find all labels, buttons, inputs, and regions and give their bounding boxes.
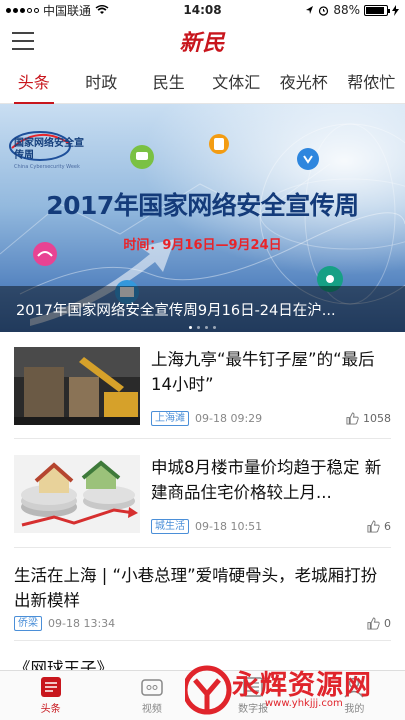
- news-thumbnail: [14, 347, 140, 425]
- news-time: 09-18 09:29: [195, 411, 263, 425]
- news-tag[interactable]: 侨梁: [14, 615, 42, 631]
- carousel-dot[interactable]: [189, 326, 192, 329]
- tab-help[interactable]: 帮侬忙: [338, 62, 405, 104]
- alarm-icon: [319, 5, 329, 16]
- news-tag[interactable]: 上海滩: [151, 410, 189, 426]
- like-count: 0: [384, 616, 391, 630]
- channel-tabs: 头条 时政 民生 文体汇 夜光杯 帮侬忙: [0, 62, 405, 104]
- nav-headlines[interactable]: 头条: [0, 671, 101, 720]
- news-icon: [40, 677, 61, 697]
- carousel-dot[interactable]: [205, 326, 208, 329]
- thumbs-up-icon: [367, 616, 380, 630]
- emblem-subtitle: China Cybersecurity Week: [14, 164, 80, 170]
- banner-caption[interactable]: 2017年国家网络安全宣传周9月16日-24日在沪...: [16, 299, 395, 320]
- wifi-icon: [95, 5, 109, 14]
- nav-label: 头条: [40, 704, 61, 715]
- charging-icon: [392, 4, 399, 16]
- watermark-url: www.yhkjjj.com: [265, 698, 343, 709]
- banner-headline: 2017年国家网络安全宣传周: [46, 191, 359, 220]
- thumbs-up-icon: [346, 411, 359, 425]
- banner-date: 时间：9月16日—9月24日: [123, 238, 282, 253]
- carousel-dot[interactable]: [197, 326, 200, 329]
- tab-politics[interactable]: 时政: [68, 62, 136, 104]
- like-count: 6: [384, 519, 391, 533]
- location-icon: [306, 5, 314, 14]
- news-meta: 上海滩 09-18 09:29 1058: [151, 410, 391, 426]
- tab-headlines[interactable]: 头条: [0, 62, 68, 104]
- news-thumbnail: [14, 455, 140, 533]
- tab-livelihood[interactable]: 民生: [135, 62, 203, 104]
- news-item[interactable]: 生活在上海 | “小巷总理”爱啃硬骨头，老城厢打扮出新模样 侨梁 09-18 1…: [14, 563, 391, 641]
- nav-label: 视频: [141, 704, 162, 715]
- news-title: 申城8月楼市量价均趋于稳定 新建商品住宅价格较上月...: [151, 458, 382, 502]
- news-title: 生活在上海 | “小巷总理”爱啃硬骨头，老城厢打扮出新模样: [14, 566, 378, 610]
- news-time: 09-18 10:51: [195, 519, 263, 533]
- carrier: 中国联通: [43, 3, 92, 18]
- nav-label: 数字报: [238, 704, 269, 715]
- like-count: 1058: [363, 411, 391, 425]
- nav-label: 我的: [344, 704, 365, 715]
- news-title: 上海九亭“最牛钉子屋”的“最后14小时”: [151, 350, 375, 394]
- like-button[interactable]: 1058: [346, 412, 391, 425]
- thumbs-up-icon: [367, 519, 380, 533]
- hamburger-icon[interactable]: [12, 32, 34, 50]
- app-header: 新民: [0, 20, 405, 62]
- status-bar: 中国联通 14:08 88%: [0, 0, 405, 20]
- video-icon: [141, 679, 163, 696]
- like-button[interactable]: 0: [367, 617, 391, 630]
- signal-icon: [6, 7, 39, 13]
- news-meta: 侨梁 09-18 13:34 0: [14, 615, 391, 631]
- app-logo: 新民: [179, 30, 226, 56]
- news-item[interactable]: 上海九亭“最牛钉子屋”的“最后14小时” 上海滩 09-18 09:29 105…: [14, 347, 391, 439]
- tab-culture-sports[interactable]: 文体汇: [203, 62, 271, 104]
- tab-night-cup[interactable]: 夜光杯: [270, 62, 338, 104]
- battery-icon: [364, 4, 390, 16]
- banner-carousel[interactable]: 国家网络安全宣传周 China Cybersecurity Week 2017年…: [0, 104, 405, 332]
- nav-video[interactable]: 视频: [101, 671, 202, 720]
- carousel-dots: [0, 326, 405, 329]
- like-button[interactable]: 6: [367, 520, 391, 533]
- news-tag[interactable]: 城生活: [151, 518, 189, 534]
- carousel-dot[interactable]: [213, 326, 216, 329]
- battery-percent: 88%: [333, 3, 360, 17]
- emblem-title: 国家网络安全宣传周: [14, 138, 84, 161]
- news-meta: 城生活 09-18 10:51 6: [151, 518, 391, 534]
- news-time: 09-18 13:34: [48, 616, 116, 630]
- news-item[interactable]: 申城8月楼市量价均趋于稳定 新建商品住宅价格较上月... 城生活 09-18 1…: [14, 455, 391, 548]
- watermark-text: 永辉资源网: [232, 670, 372, 701]
